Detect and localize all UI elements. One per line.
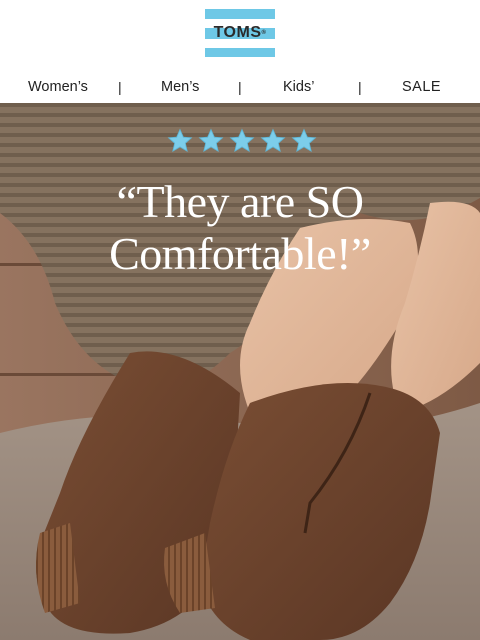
- main-navigation: Women’s | Men’s | Kids’ | SALE: [0, 72, 480, 104]
- nav-link-women[interactable]: Women’s: [28, 78, 88, 96]
- star-icon: [291, 128, 317, 152]
- nav-link-men[interactable]: Men’s: [161, 78, 199, 96]
- nav-separator: |: [118, 79, 122, 95]
- nav-link-kids[interactable]: Kids’: [283, 78, 314, 96]
- star-icon: [229, 128, 255, 152]
- star-icon: [260, 128, 286, 152]
- testimonial-quote: “They are SO Comfortable!”: [40, 176, 440, 280]
- quote-line-1: “They are SO: [116, 176, 364, 227]
- toms-logo[interactable]: TOMS®: [205, 9, 275, 57]
- email-header: TOMS®: [0, 0, 480, 72]
- nav-separator: |: [238, 79, 242, 95]
- star-icon: [198, 128, 224, 152]
- quote-line-2: Comfortable!”: [109, 228, 371, 279]
- nav-link-sale[interactable]: SALE: [402, 78, 441, 96]
- logo-wordmark: TOMS®: [213, 24, 267, 41]
- rating-stars: [167, 128, 317, 156]
- nav-separator: |: [358, 79, 362, 95]
- star-icon: [167, 128, 193, 152]
